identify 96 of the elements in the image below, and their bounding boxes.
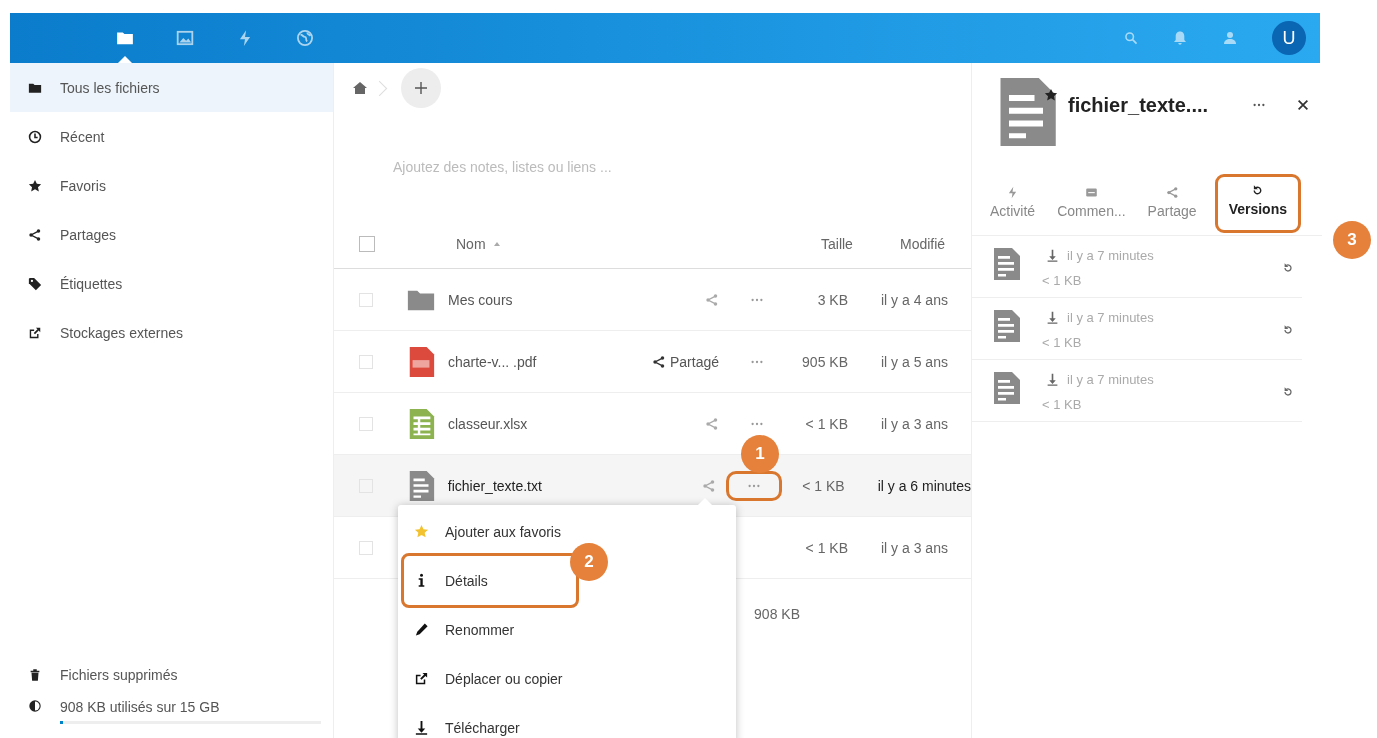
contacts-icon bbox=[1222, 30, 1238, 46]
sort-icon bbox=[493, 242, 500, 246]
size-cell-text: < 1 KB bbox=[804, 539, 848, 556]
globe-icon bbox=[296, 29, 314, 47]
restore-icon bbox=[1282, 324, 1294, 336]
restore-button[interactable] bbox=[1282, 386, 1294, 398]
share-link[interactable]: Partagé bbox=[651, 353, 719, 370]
share-icon bbox=[705, 292, 719, 307]
modified-cell-text: il y a 4 ans bbox=[880, 291, 948, 308]
checkbox[interactable] bbox=[359, 354, 373, 369]
menu-item[interactable]: Télécharger bbox=[398, 703, 736, 738]
folder-icon bbox=[116, 29, 134, 47]
user-avatar[interactable]: U bbox=[1272, 21, 1306, 55]
restore-button[interactable] bbox=[1282, 262, 1294, 274]
search-icon bbox=[1124, 31, 1138, 45]
share-icon bbox=[651, 354, 666, 369]
sidebar-tab[interactable]: Versions bbox=[1218, 178, 1297, 229]
download-icon bbox=[414, 720, 429, 735]
pie-chart-icon bbox=[28, 699, 42, 713]
share-button[interactable] bbox=[705, 292, 719, 307]
sidebar-item[interactable]: Favoris bbox=[10, 161, 333, 210]
close-icon bbox=[1296, 98, 1310, 112]
version-time: il y a 7 minutes bbox=[1067, 248, 1154, 263]
size-cell-text: < 1 KB bbox=[804, 415, 848, 432]
sidebar-item[interactable]: Partages bbox=[10, 210, 333, 259]
column-header[interactable]: Modifié bbox=[900, 236, 946, 252]
star-icon bbox=[414, 524, 429, 539]
version-time: il y a 7 minutes bbox=[1067, 372, 1154, 387]
notes-field[interactable]: Ajoutez des notes, listes ou liens ... bbox=[391, 157, 695, 176]
checkbox[interactable] bbox=[359, 416, 373, 431]
version-size: < 1 KB bbox=[1042, 273, 1083, 288]
restore-icon bbox=[1282, 262, 1294, 274]
select-all-checkbox[interactable] bbox=[359, 236, 375, 252]
quota-text: 908 KB utilisés sur 15 GB bbox=[60, 699, 221, 715]
menu-item[interactable]: Déplacer ou copier bbox=[398, 654, 736, 703]
column-header[interactable]: Nom bbox=[456, 236, 486, 252]
restore-icon bbox=[1282, 386, 1294, 398]
size-cell-text: 3 KB bbox=[816, 291, 848, 308]
file-name[interactable]: charte-v... .pdf bbox=[448, 353, 537, 370]
share-icon bbox=[1165, 186, 1179, 199]
callout-badge: 2 bbox=[570, 543, 608, 581]
home-icon bbox=[352, 80, 368, 96]
comment-icon bbox=[1084, 186, 1098, 199]
callout-badge: 1 bbox=[741, 435, 779, 473]
share-button[interactable] bbox=[705, 416, 719, 431]
sidebar-item[interactable]: Stockages externes bbox=[10, 308, 333, 357]
download-button[interactable] bbox=[1046, 373, 1059, 386]
share-icon bbox=[705, 416, 719, 431]
star-icon bbox=[28, 178, 42, 193]
share-button[interactable] bbox=[702, 478, 717, 493]
download-button[interactable] bbox=[1046, 311, 1059, 324]
home-button[interactable] bbox=[352, 80, 368, 96]
menu-item[interactable]: Renommer bbox=[398, 605, 736, 654]
checkbox[interactable] bbox=[359, 292, 373, 307]
sidebar-tab[interactable]: Commen... bbox=[1051, 178, 1132, 235]
trash-icon bbox=[28, 667, 42, 682]
file-title: fichier_texte.... bbox=[1068, 94, 1209, 117]
checkbox[interactable] bbox=[359, 540, 373, 555]
modified-cell-text: il y a 3 ans bbox=[880, 539, 948, 556]
sidebar-item[interactable]: Fichiers supprimés bbox=[10, 650, 333, 699]
tag-icon bbox=[28, 276, 42, 291]
download-button[interactable] bbox=[1046, 249, 1059, 262]
download-icon bbox=[1046, 249, 1059, 262]
sidebar-item[interactable]: Étiquettes bbox=[10, 259, 333, 308]
column-header[interactable]: Taille bbox=[821, 236, 853, 252]
modified-cell-text: il y a 5 ans bbox=[880, 353, 948, 370]
version-time: il y a 7 minutes bbox=[1067, 310, 1154, 325]
sidebar-tab[interactable]: Activité bbox=[984, 178, 1042, 235]
file-name[interactable]: classeur.xlsx bbox=[448, 415, 528, 432]
sidebar-item[interactable]: Récent bbox=[10, 112, 333, 161]
download-icon bbox=[1046, 373, 1059, 386]
sidebar-item[interactable]: Tous les fichiers bbox=[10, 63, 333, 112]
close-button[interactable] bbox=[1296, 98, 1310, 112]
image-icon bbox=[176, 29, 194, 47]
external-link-icon bbox=[414, 671, 429, 686]
bell-icon bbox=[1172, 30, 1188, 46]
modified-cell-text: il y a 6 minutes bbox=[876, 477, 971, 494]
version-size: < 1 KB bbox=[1042, 397, 1083, 412]
plus-icon bbox=[413, 80, 429, 96]
version-size: < 1 KB bbox=[1042, 335, 1083, 350]
sidebar-tab[interactable]: Partage bbox=[1141, 178, 1203, 235]
file-name[interactable]: fichier_texte.txt bbox=[447, 477, 542, 494]
external-link-icon bbox=[28, 325, 42, 340]
new-button[interactable] bbox=[401, 68, 441, 108]
file-name[interactable]: Mes cours bbox=[448, 291, 513, 308]
clock-icon bbox=[28, 129, 42, 144]
download-icon bbox=[1046, 311, 1059, 324]
pencil-icon bbox=[414, 622, 429, 637]
share-icon bbox=[28, 227, 42, 242]
size-cell-text: 905 KB bbox=[801, 353, 848, 370]
total-size: 908 KB bbox=[753, 606, 800, 622]
size-cell-text: < 1 KB bbox=[801, 477, 845, 494]
restore-button[interactable] bbox=[1282, 324, 1294, 336]
share-icon bbox=[702, 478, 717, 493]
callout-badge: 3 bbox=[1333, 221, 1371, 259]
modified-cell-text: il y a 3 ans bbox=[880, 415, 948, 432]
